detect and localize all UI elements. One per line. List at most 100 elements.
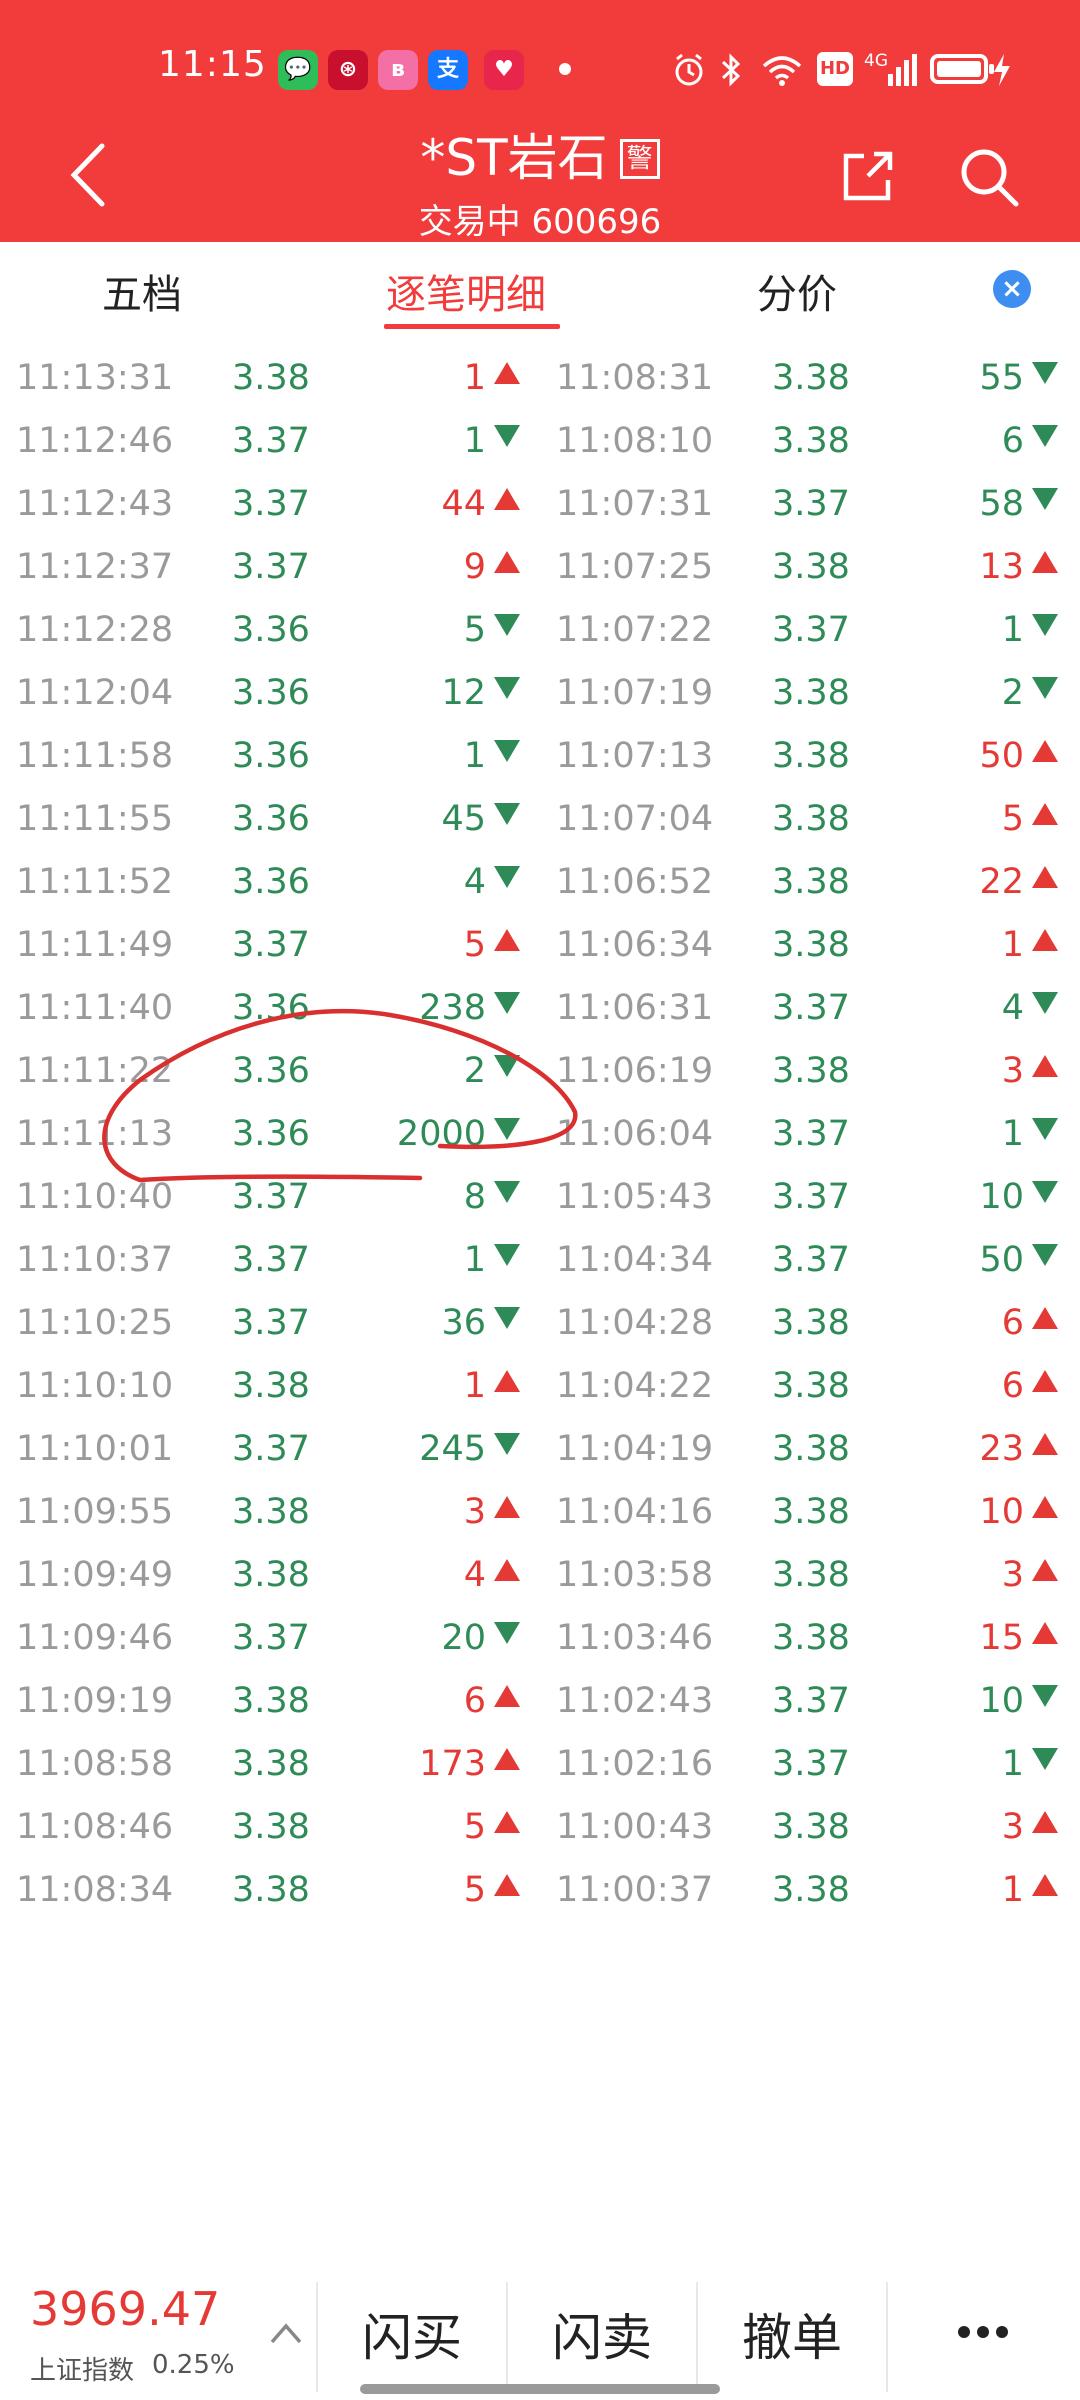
tick-volume: 1 bbox=[464, 725, 520, 788]
triangle-down-icon bbox=[494, 803, 520, 825]
tick-price: 3.37 bbox=[772, 1744, 850, 1784]
tick-price: 3.38 bbox=[772, 1555, 850, 1595]
triangle-down-icon bbox=[1032, 425, 1058, 447]
flash-buy-button[interactable]: 闪买 bbox=[362, 2298, 462, 2370]
tick-price: 3.38 bbox=[772, 1618, 850, 1658]
tick-price: 3.36 bbox=[232, 1051, 310, 1091]
tick-volume: 2 bbox=[464, 1040, 520, 1103]
table-row: 11:10:40 3.37 8 11:05:43 3.37 10 bbox=[0, 1166, 1080, 1229]
triangle-down-icon bbox=[494, 1181, 520, 1203]
triangle-down-icon bbox=[1032, 1181, 1058, 1203]
tick-volume: 4 bbox=[464, 1544, 520, 1607]
home-indicator[interactable] bbox=[360, 2384, 720, 2394]
triangle-up-icon bbox=[1032, 866, 1058, 888]
tick-price: 3.36 bbox=[232, 799, 310, 839]
tick-time: 11:08:46 bbox=[16, 1807, 174, 1847]
tick-volume: 36 bbox=[441, 1292, 520, 1355]
index-name[interactable]: 上证指数 bbox=[30, 2350, 134, 2387]
table-row: 11:12:46 3.37 1 11:08:10 3.38 6 bbox=[0, 410, 1080, 473]
triangle-up-icon bbox=[1032, 803, 1058, 825]
tick-volume: 50 bbox=[979, 725, 1058, 788]
tick-time: 11:04:34 bbox=[556, 1240, 714, 1280]
tick-volume: 4 bbox=[464, 851, 520, 914]
tick-time: 11:12:46 bbox=[16, 421, 174, 461]
tick-volume: 20 bbox=[441, 1607, 520, 1670]
table-row: 11:11:49 3.37 5 11:06:34 3.38 1 bbox=[0, 914, 1080, 977]
tick-volume: 15 bbox=[979, 1607, 1058, 1670]
tick-time: 11:08:34 bbox=[16, 1870, 174, 1910]
table-row: 11:12:37 3.37 9 11:07:25 3.38 13 bbox=[0, 536, 1080, 599]
tick-time: 11:10:01 bbox=[16, 1429, 174, 1469]
stock-code: 600696 bbox=[531, 202, 662, 242]
triangle-down-icon bbox=[494, 866, 520, 888]
tick-volume: 12 bbox=[441, 662, 520, 725]
trading-status: 交易中 bbox=[418, 202, 521, 242]
charging-icon bbox=[994, 54, 1010, 86]
tab-tick-details[interactable]: 逐笔明细 bbox=[386, 262, 546, 320]
triangle-down-icon bbox=[494, 677, 520, 699]
tick-time: 11:06:19 bbox=[556, 1051, 714, 1091]
share-icon[interactable] bbox=[840, 148, 896, 204]
alarm-icon bbox=[675, 53, 703, 86]
tab-five-levels[interactable]: 五档 bbox=[102, 262, 182, 320]
divider bbox=[316, 2282, 318, 2392]
alipay-icon: 支 bbox=[428, 50, 468, 90]
table-row: 11:11:52 3.36 4 11:06:52 3.38 22 bbox=[0, 851, 1080, 914]
flash-sell-button[interactable]: 闪卖 bbox=[552, 2298, 652, 2370]
tick-time: 11:06:34 bbox=[556, 925, 714, 965]
triangle-down-icon bbox=[494, 425, 520, 447]
tick-price: 3.37 bbox=[232, 547, 310, 587]
tick-time: 11:10:25 bbox=[16, 1303, 174, 1343]
more-options-icon[interactable] bbox=[958, 2326, 1008, 2340]
table-row: 11:10:25 3.37 36 11:04:28 3.38 6 bbox=[0, 1292, 1080, 1355]
tick-time: 11:11:40 bbox=[16, 988, 174, 1028]
chevron-up-icon[interactable] bbox=[268, 2318, 304, 2348]
tick-time: 11:11:22 bbox=[16, 1051, 174, 1091]
tick-price: 3.37 bbox=[772, 1681, 850, 1721]
tick-price: 3.36 bbox=[232, 610, 310, 650]
tick-price: 3.38 bbox=[772, 673, 850, 713]
tick-price: 3.36 bbox=[232, 988, 310, 1028]
table-row: 11:13:31 3.38 1 11:08:31 3.38 55 bbox=[0, 347, 1080, 410]
cancel-order-button[interactable]: 撤单 bbox=[742, 2298, 842, 2370]
table-row: 11:11:22 3.36 2 11:06:19 3.38 3 bbox=[0, 1040, 1080, 1103]
tick-volume: 9 bbox=[464, 536, 520, 599]
tick-price: 3.38 bbox=[772, 1429, 850, 1469]
tick-price: 3.36 bbox=[232, 673, 310, 713]
stock-subtitle: 交易中 600696 bbox=[0, 194, 1080, 243]
tick-price: 3.38 bbox=[772, 358, 850, 398]
tick-time: 11:13:31 bbox=[16, 358, 174, 398]
tick-time: 11:07:22 bbox=[556, 610, 714, 650]
tick-price: 3.37 bbox=[232, 1429, 310, 1469]
status-time: 11:15 bbox=[158, 44, 267, 85]
tick-price: 3.37 bbox=[232, 1177, 310, 1217]
triangle-up-icon bbox=[1032, 1496, 1058, 1518]
hd-badge: HD bbox=[817, 52, 853, 86]
tick-time: 11:06:04 bbox=[556, 1114, 714, 1154]
tick-volume: 6 bbox=[1002, 1355, 1058, 1418]
tick-volume: 13 bbox=[979, 536, 1058, 599]
tick-volume: 5 bbox=[464, 599, 520, 662]
tick-volume: 238 bbox=[419, 977, 520, 1040]
triangle-up-icon bbox=[494, 1559, 520, 1581]
table-row: 11:12:43 3.37 44 11:07:31 3.37 58 bbox=[0, 473, 1080, 536]
tick-time: 11:04:22 bbox=[556, 1366, 714, 1406]
close-icon[interactable]: × bbox=[993, 270, 1031, 308]
tick-volume: 6 bbox=[464, 1670, 520, 1733]
wifi-icon bbox=[762, 56, 802, 86]
tick-volume: 50 bbox=[979, 1229, 1058, 1292]
active-tab-indicator bbox=[384, 324, 560, 329]
tick-price: 3.38 bbox=[232, 1807, 310, 1847]
tick-price: 3.37 bbox=[772, 1240, 850, 1280]
tick-volume: 6 bbox=[1002, 410, 1058, 473]
tick-volume: 1 bbox=[464, 1229, 520, 1292]
table-row: 11:09:55 3.38 3 11:04:16 3.38 10 bbox=[0, 1481, 1080, 1544]
tick-volume: 22 bbox=[979, 851, 1058, 914]
tick-volume: 245 bbox=[419, 1418, 520, 1481]
triangle-up-icon bbox=[494, 1496, 520, 1518]
index-value[interactable]: 3969.47 bbox=[30, 2282, 220, 2336]
tab-price-distribution[interactable]: 分价 bbox=[757, 262, 837, 320]
triangle-down-icon bbox=[1032, 1685, 1058, 1707]
search-icon[interactable] bbox=[958, 146, 1020, 208]
tick-price: 3.36 bbox=[232, 862, 310, 902]
